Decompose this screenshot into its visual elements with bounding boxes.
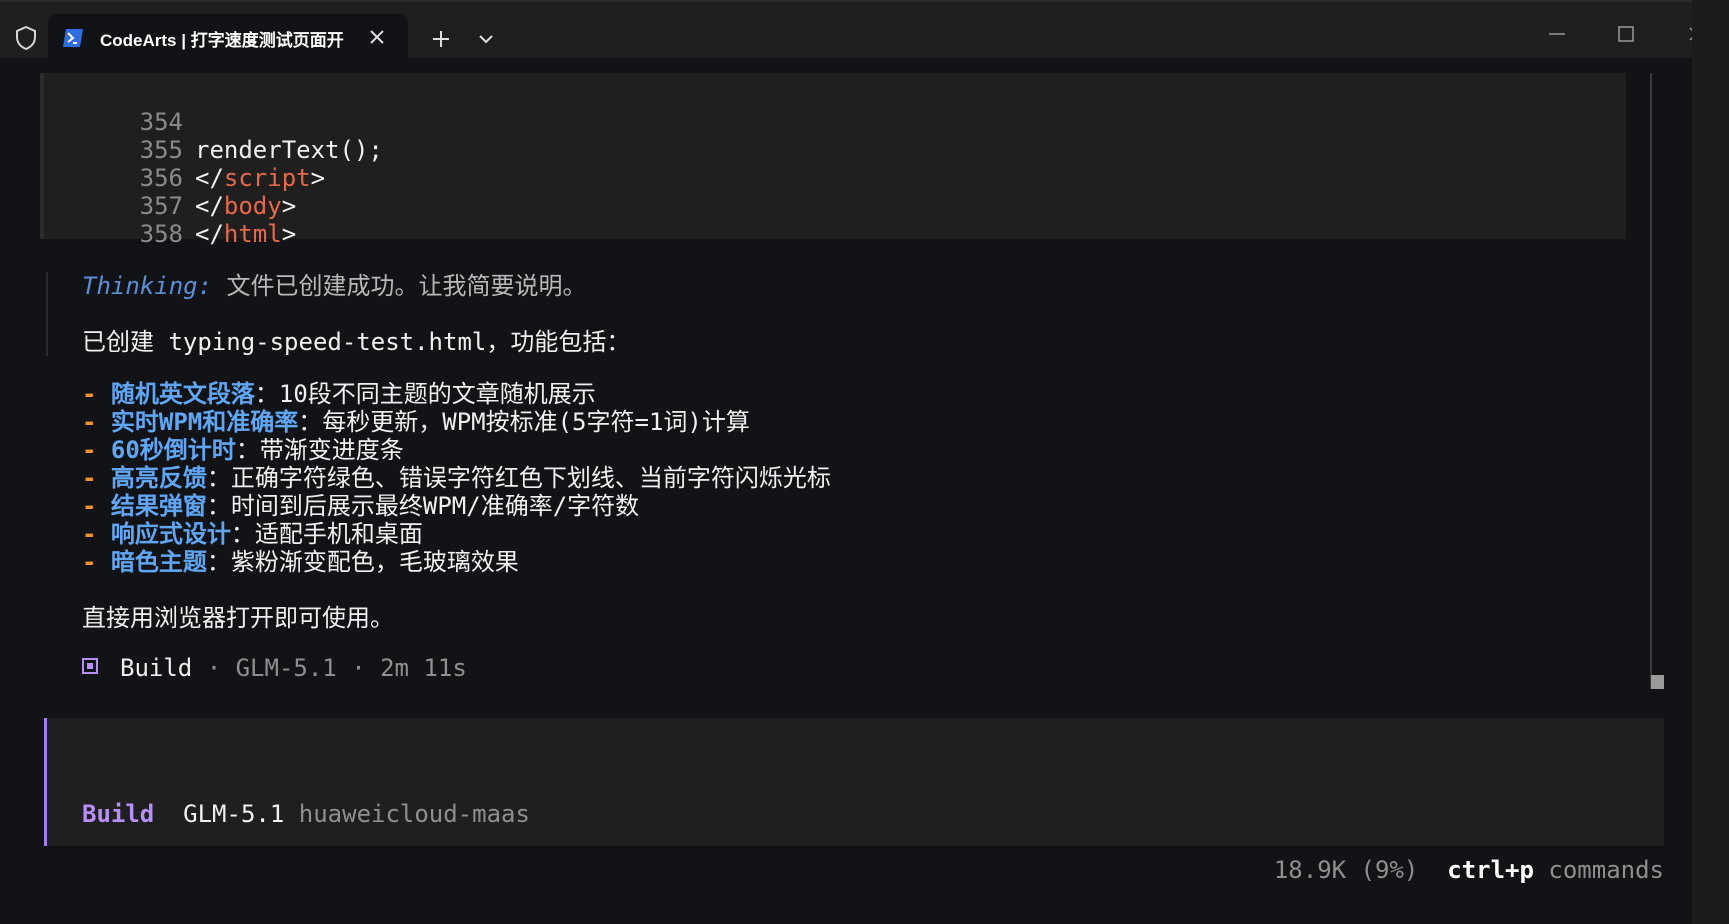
response-closing: 直接用浏览器打开即可使用。 [82, 604, 394, 632]
minimize-icon[interactable] [1545, 24, 1569, 44]
code-line: 357 </html> [44, 164, 297, 248]
commands-label: commands [1548, 856, 1664, 884]
list-item: - 响应式设计：适配手机和桌面 [82, 520, 423, 548]
title-bar: CodeArts | 打字速度测试页面开 [0, 0, 1729, 60]
thinking-label: Thinking: [82, 272, 213, 300]
shield-icon [16, 25, 36, 51]
build-meta: · GLM-5.1 · 2m 11s [192, 654, 467, 682]
line-number: 358 [139, 220, 183, 248]
maximize-icon[interactable] [1614, 24, 1638, 44]
terminal-tab[interactable]: CodeArts | 打字速度测试页面开 [48, 14, 408, 60]
code-text: </body> [195, 192, 297, 220]
list-item: - 高亮反馈：正确字符绿色、错误字符红色下划线、当前字符闪烁光标 [82, 464, 831, 492]
response-intro: 已创建 typing-speed-test.html，功能包括： [82, 328, 631, 356]
token-usage: 18.9K (9%) [1273, 856, 1419, 884]
html-tag-name: html [223, 220, 282, 248]
code-text: </html> [195, 220, 297, 248]
html-tag-name: script [223, 164, 311, 192]
desktop-edge [1692, 0, 1729, 924]
prompt-input[interactable]: Build GLM-5.1 huaweicloud-maas [44, 718, 1664, 846]
scrollbar-track[interactable] [1650, 73, 1652, 689]
thinking-bar [46, 272, 48, 356]
shortcut-key: ctrl+p [1447, 856, 1534, 884]
provider-label: huaweicloud-maas [298, 800, 530, 828]
build-label: Build [120, 654, 193, 682]
code-text: </script> [195, 164, 326, 192]
input-accent-bar [44, 718, 47, 846]
input-status: Build GLM-5.1 huaweicloud-maas [82, 800, 530, 828]
tab-title: CodeArts | 打字速度测试页面开 [100, 31, 344, 50]
build-status: Build · GLM-5.1 · 2m 11s [82, 654, 467, 682]
list-item: - 结果弹窗：时间到后展示最终WPM/准确率/字符数 [82, 492, 640, 520]
list-item: - 暗色主题：紫粉渐变配色，毛玻璃效果 [82, 548, 519, 576]
code-block: 354 renderText(); 355 </script> 356 </bo… [40, 73, 1626, 248]
code-text: renderText(); [195, 136, 383, 164]
terminal-pane[interactable]: 354 renderText(); 355 </script> 356 </bo… [0, 58, 1692, 924]
code-line: 358 [44, 192, 183, 248]
plus-icon[interactable] [430, 28, 452, 50]
thinking-text: 文件已创建成功。让我简要说明。 [226, 272, 587, 300]
html-tag-name: body [223, 192, 282, 220]
scrollbar-thumb[interactable] [1651, 675, 1664, 689]
powershell-icon [63, 29, 83, 47]
chevron-down-icon[interactable] [475, 30, 497, 48]
code-line: 356 </body> [44, 136, 297, 220]
list-item: - 实时WPM和准确率：每秒更新，WPM按标准(5字符=1词)计算 [82, 408, 750, 436]
code-line: 355 </script> [44, 108, 325, 192]
build-square-icon [82, 658, 98, 674]
agent-label: Build [82, 800, 155, 828]
list-item: - 60秒倒计时：带渐变进度条 [82, 436, 404, 464]
code-line: 354 renderText(); [44, 80, 383, 164]
list-item: - 随机英文段落：10段不同主题的文章随机展示 [82, 380, 596, 408]
file-name: typing-speed-test.html [168, 328, 487, 356]
thinking-message: Thinking: 文件已创建成功。让我简要说明。 [82, 266, 587, 301]
feature-list: - 随机英文段落：10段不同主题的文章随机展示 - 实时WPM和准确率：每秒更新… [82, 380, 831, 576]
close-icon[interactable] [366, 26, 388, 48]
status-footer: 18.9K (9%) ctrl+p commands [1274, 856, 1664, 884]
model-label: GLM-5.1 [183, 800, 285, 828]
